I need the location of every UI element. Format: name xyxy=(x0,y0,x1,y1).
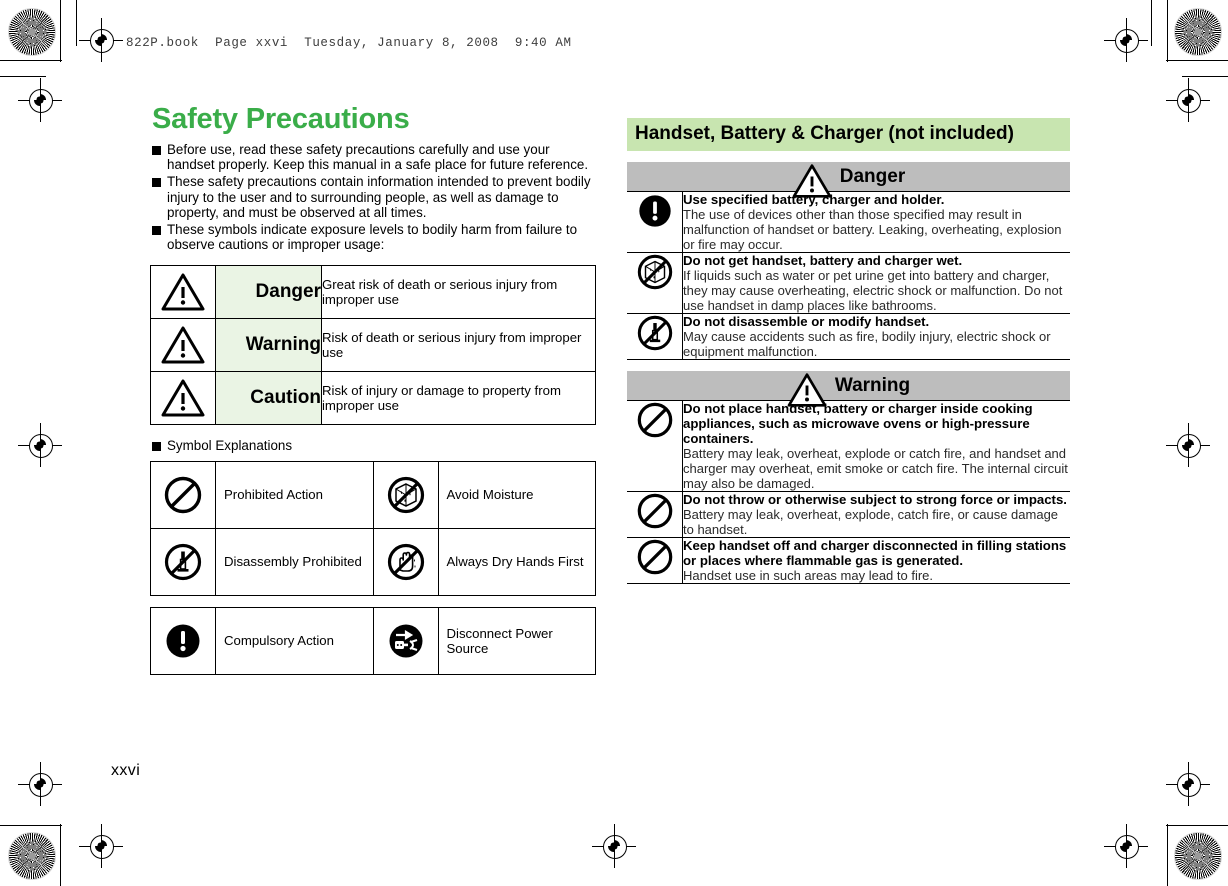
table-row: Do not place handset, battery or charger… xyxy=(627,399,1070,492)
warning-triangle-icon xyxy=(787,372,827,408)
unplug-icon xyxy=(372,607,439,676)
warning-triangle-icon xyxy=(150,371,216,426)
warning-triangle-icon xyxy=(792,163,832,199)
level-banner-label: Warning xyxy=(834,374,911,396)
symbol-table-group-1: Prohibited Action Avoid Moisture Disasse… xyxy=(150,461,596,597)
note-body: Do not get handset, battery and charger … xyxy=(682,252,1070,314)
note-headline: Do not throw or otherwise subject to str… xyxy=(683,491,1067,507)
note-body: Keep handset off and charger disconnecte… xyxy=(682,537,1070,584)
dry-hands-icon xyxy=(372,528,439,597)
table-row: Caution Risk of injury or damage to prop… xyxy=(150,371,596,426)
note-body: Do not place handset, battery or charger… xyxy=(682,399,1070,492)
note-detail: The use of devices other than those spec… xyxy=(683,206,1062,252)
no-disassembly-icon xyxy=(627,313,683,360)
symbol-label: Disconnect Power Source xyxy=(437,607,596,676)
table-row: Prohibited Action Avoid Moisture xyxy=(150,461,596,530)
compulsory-icon xyxy=(627,190,683,253)
intro-bullet-list: Before use, read these safety precaution… xyxy=(150,142,596,253)
prohibited-icon xyxy=(627,491,683,538)
symbol-table-group-2: Compulsory Action Disconnect Power Sourc… xyxy=(150,607,596,676)
list-item: These symbols indicate exposure levels t… xyxy=(150,222,596,253)
list-item: Before use, read these safety precaution… xyxy=(150,142,596,173)
symbol-label: Prohibited Action xyxy=(215,461,374,530)
no-moisture-icon xyxy=(372,461,439,530)
symbol-explanations-heading: Symbol Explanations xyxy=(150,438,596,454)
risk-level-table: Danger Great risk of death or serious in… xyxy=(150,265,596,426)
list-item: These safety precautions contain informa… xyxy=(150,174,596,221)
level-banner-warning: Warning xyxy=(627,370,1070,407)
note-body: Do not disassemble or modify handset. Ma… xyxy=(682,313,1070,360)
symbol-label: Compulsory Action xyxy=(215,607,374,676)
note-headline: Do not disassemble or modify handset. xyxy=(683,313,930,329)
note-detail: Handset use in such areas may lead to fi… xyxy=(683,567,934,583)
table-gap xyxy=(150,596,596,607)
table-row: Use specified battery, charger and holde… xyxy=(627,190,1070,253)
table-row: Disassembly Prohibited Always Dry Hands … xyxy=(150,528,596,597)
table-row: Warning Risk of death or serious injury … xyxy=(150,318,596,373)
prohibited-icon xyxy=(150,461,216,530)
symbol-label: Avoid Moisture xyxy=(437,461,596,530)
risk-level-label: Danger xyxy=(215,265,322,320)
note-detail: Battery may leak, overheat, explode or c… xyxy=(683,445,1068,491)
section-title-banner: Handset, Battery & Charger (not included… xyxy=(627,118,1070,151)
page-title: Safety Precautions xyxy=(152,103,410,135)
warning-triangle-icon xyxy=(150,265,216,320)
table-row: Keep handset off and charger disconnecte… xyxy=(627,537,1070,584)
note-headline: Do not get handset, battery and charger … xyxy=(683,252,963,268)
table-row: Do not throw or otherwise subject to str… xyxy=(627,491,1070,538)
risk-level-description: Risk of death or serious injury from imp… xyxy=(321,318,596,373)
note-headline: Use specified battery, charger and holde… xyxy=(683,191,945,207)
note-detail: May cause accidents such as fire, bodily… xyxy=(683,328,1051,359)
symbol-label: Disassembly Prohibited xyxy=(215,528,374,597)
level-banner-danger: Danger xyxy=(627,161,1070,198)
table-row: Danger Great risk of death or serious in… xyxy=(150,265,596,320)
prohibited-icon xyxy=(627,537,683,584)
document-page: Safety Precautions Before use, read thes… xyxy=(0,0,1228,886)
symbol-label: Always Dry Hands First xyxy=(437,528,596,597)
warning-notes-table: Do not place handset, battery or charger… xyxy=(627,399,1070,584)
risk-level-description: Great risk of death or serious injury fr… xyxy=(321,265,596,320)
risk-level-description: Risk of injury or damage to property fro… xyxy=(321,371,596,426)
risk-level-label: Warning xyxy=(215,318,322,373)
no-disassembly-icon xyxy=(150,528,216,597)
note-headline: Do not place handset, battery or charger… xyxy=(683,400,1033,446)
page-number: xxvi xyxy=(111,762,141,779)
table-row: Compulsory Action Disconnect Power Sourc… xyxy=(150,607,596,676)
note-body: Use specified battery, charger and holde… xyxy=(682,190,1070,253)
compulsory-icon xyxy=(150,607,216,676)
left-column: Safety Precautions Before use, read thes… xyxy=(150,103,596,676)
no-moisture-icon xyxy=(627,252,683,314)
level-banner-label: Danger xyxy=(839,165,906,187)
warning-triangle-icon xyxy=(150,318,216,373)
table-row: Do not get handset, battery and charger … xyxy=(627,252,1070,314)
note-headline: Keep handset off and charger disconnecte… xyxy=(683,537,1067,568)
prohibited-icon xyxy=(627,399,683,492)
table-row: Do not disassemble or modify handset. Ma… xyxy=(627,313,1070,360)
note-detail: Battery may leak, overheat, explode, cat… xyxy=(683,506,1059,537)
right-column: Handset, Battery & Charger (not included… xyxy=(627,118,1070,584)
danger-notes-table: Use specified battery, charger and holde… xyxy=(627,190,1070,360)
risk-level-label: Caution xyxy=(215,371,322,426)
note-body: Do not throw or otherwise subject to str… xyxy=(682,491,1070,538)
note-detail: If liquids such as water or pet urine ge… xyxy=(683,267,1063,313)
